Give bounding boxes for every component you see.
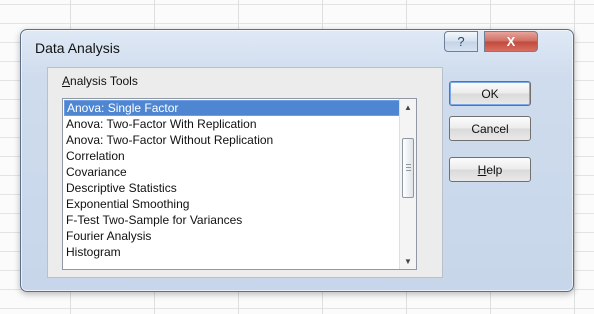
list-item-histogram[interactable]: Histogram bbox=[64, 244, 411, 260]
chevron-up-icon: ▲ bbox=[404, 102, 412, 112]
help-button-mnemonic: H bbox=[477, 162, 487, 177]
close-icon: X bbox=[506, 34, 516, 49]
help-button-suffix: elp bbox=[486, 162, 503, 177]
list-item-correlation[interactable]: Correlation bbox=[64, 148, 411, 164]
dialog-title: Data Analysis bbox=[35, 40, 120, 56]
analysis-tools-label-suffix: nalysis Tools bbox=[70, 74, 138, 88]
list-item-anova-two-factor-without-replication[interactable]: Anova: Two-Factor Without Replication bbox=[64, 132, 411, 148]
list-item-f-test-two-sample-variances[interactable]: F-Test Two-Sample for Variances bbox=[64, 212, 411, 228]
list-item-fourier-analysis[interactable]: Fourier Analysis bbox=[64, 228, 411, 244]
analysis-tools-items: Anova: Single Factor Anova: Two-Factor W… bbox=[64, 100, 411, 260]
list-item-exponential-smoothing[interactable]: Exponential Smoothing bbox=[64, 196, 411, 212]
scroll-up-button[interactable]: ▲ bbox=[400, 99, 416, 115]
analysis-tools-label-mnemonic: A bbox=[62, 74, 71, 88]
scroll-thumb[interactable] bbox=[402, 138, 414, 198]
help-button[interactable]: Help bbox=[449, 157, 531, 182]
analysis-tools-label: Analysis Tools bbox=[62, 74, 138, 88]
cancel-button[interactable]: Cancel bbox=[449, 116, 531, 141]
list-item-anova-single-factor[interactable]: Anova: Single Factor bbox=[64, 100, 411, 116]
data-analysis-dialog: Data Analysis ? X Analysis Tools Anova: … bbox=[20, 29, 574, 292]
list-item-anova-two-factor-with-replication[interactable]: Anova: Two-Factor With Replication bbox=[64, 116, 411, 132]
analysis-tools-scrollbar[interactable]: ▲ ▼ bbox=[399, 99, 416, 269]
scroll-grip-icon bbox=[405, 163, 411, 173]
analysis-tools-listbox[interactable]: Anova: Single Factor Anova: Two-Factor W… bbox=[62, 98, 417, 270]
titlebar-close-button[interactable]: X bbox=[484, 31, 538, 52]
list-item-covariance[interactable]: Covariance bbox=[64, 164, 411, 180]
question-mark-icon: ? bbox=[457, 34, 465, 49]
chevron-down-icon: ▼ bbox=[404, 256, 412, 266]
scroll-down-button[interactable]: ▼ bbox=[400, 253, 416, 269]
list-item-descriptive-statistics[interactable]: Descriptive Statistics bbox=[64, 180, 411, 196]
titlebar-help-button[interactable]: ? bbox=[444, 31, 478, 52]
ok-button[interactable]: OK bbox=[449, 81, 531, 106]
analysis-tools-panel: Analysis Tools Anova: Single Factor Anov… bbox=[47, 67, 443, 278]
